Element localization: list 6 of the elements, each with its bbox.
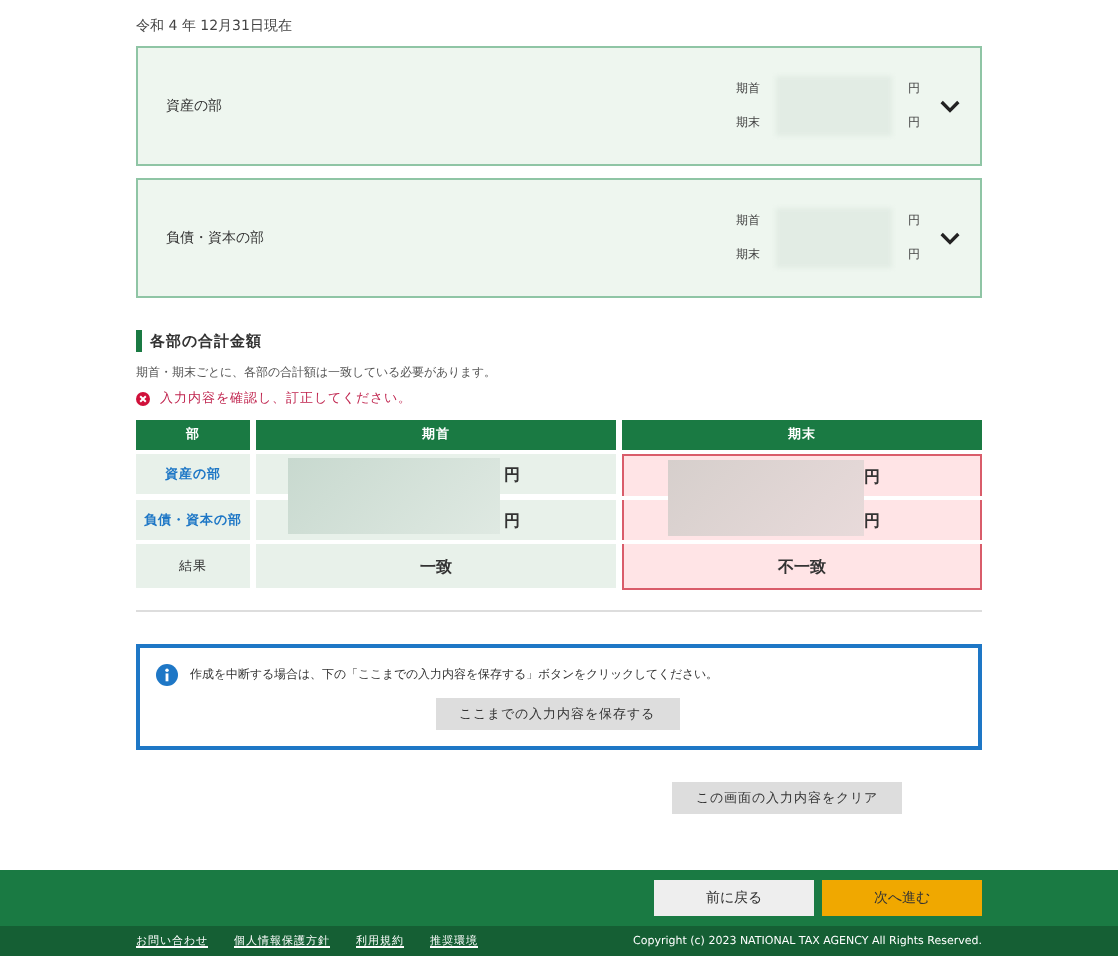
- chevron-icon[interactable]: [940, 99, 960, 113]
- info-icon: [156, 664, 178, 686]
- chevron-icon[interactable]: [940, 231, 960, 245]
- error-icon: [136, 392, 150, 406]
- table-cell: 不一致: [622, 544, 982, 590]
- table-cell: 一致: [256, 544, 616, 588]
